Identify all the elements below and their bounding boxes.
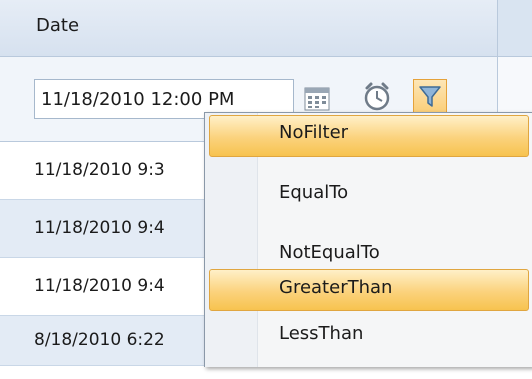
- menu-item-lessthan[interactable]: LessThan: [205, 321, 532, 379]
- adjacent-column-header[interactable]: [498, 0, 532, 57]
- calendar-icon[interactable]: [304, 87, 330, 111]
- menu-item-label: EqualTo: [279, 182, 349, 203]
- column-header-date[interactable]: Date: [0, 0, 497, 57]
- date-cell: 11/18/2010 9:3: [34, 160, 165, 180]
- menu-item-label: LessThan: [279, 323, 364, 344]
- date-cell: 11/18/2010 9:4: [34, 218, 165, 238]
- menu-item-label: NoFilter: [279, 122, 349, 143]
- menu-item-label: NotEqualTo: [279, 242, 380, 263]
- menu-item-label: GreaterThan: [279, 277, 393, 298]
- date-cell: 11/18/2010 9:4: [34, 276, 165, 296]
- menu-item-equalto[interactable]: EqualTo: [205, 165, 532, 223]
- menu-item-greaterthan[interactable]: GreaterThan: [205, 269, 532, 327]
- filter-operator-menu: NoFilter EqualTo NotEqualTo GreaterThan …: [204, 112, 532, 367]
- date-cell: 8/18/2010 6:22: [34, 330, 165, 350]
- funnel-icon[interactable]: [413, 79, 447, 113]
- clock-icon[interactable]: [362, 81, 392, 111]
- column-header-label: Date: [36, 15, 80, 36]
- menu-item-highlight: [209, 115, 529, 157]
- menu-item-nofilter[interactable]: NoFilter: [205, 113, 532, 171]
